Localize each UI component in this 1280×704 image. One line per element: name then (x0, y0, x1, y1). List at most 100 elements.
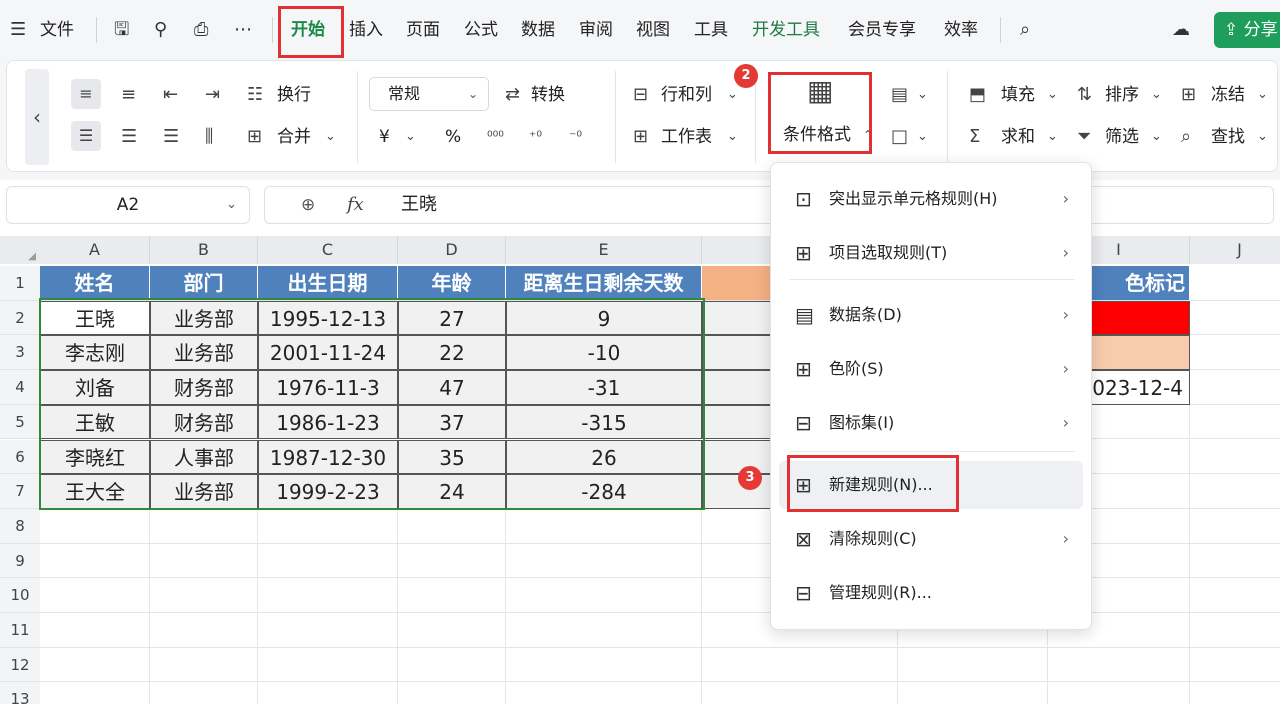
column-header-col-e[interactable]: E (506, 236, 702, 264)
chevron-down-icon[interactable]: ⌄ (1151, 83, 1162, 107)
empty-cell[interactable] (150, 578, 258, 613)
empty-cell[interactable] (40, 682, 150, 704)
empty-cell[interactable] (1190, 440, 1280, 475)
table-cell[interactable]: 王敏 (40, 404, 150, 440)
empty-cell[interactable] (1190, 370, 1280, 405)
table-cell[interactable]: 刘备 (40, 370, 150, 405)
empty-cell[interactable] (40, 578, 150, 613)
formula-value[interactable]: 王晓 (401, 187, 437, 223)
empty-cell[interactable] (40, 647, 150, 683)
empty-cell[interactable] (1190, 474, 1280, 509)
chevron-down-icon[interactable]: ⌄ (727, 83, 738, 107)
table-cell[interactable]: 人事部 (150, 439, 258, 475)
row-header[interactable]: 2 (0, 300, 40, 336)
chevron-down-icon[interactable]: ⌄ (325, 125, 336, 149)
table-cell[interactable]: 李志刚 (40, 335, 150, 371)
empty-cell[interactable] (150, 682, 258, 704)
empty-cell[interactable] (898, 647, 1048, 683)
empty-cell[interactable] (1190, 335, 1280, 371)
chevron-down-icon[interactable]: ⌄ (917, 83, 928, 107)
empty-cell[interactable] (258, 682, 398, 704)
increase-decimal-icon[interactable]: ⁺⁰ (529, 125, 542, 149)
hamburger-icon[interactable]: ☰ (10, 0, 26, 60)
table-cell[interactable]: 1995-12-13 (258, 300, 398, 336)
indent-decrease-icon[interactable]: ⇤ (163, 83, 178, 107)
sum-button[interactable]: 求和 (1001, 125, 1035, 149)
align-right-icon[interactable]: ☰ (163, 125, 179, 149)
decrease-decimal-icon[interactable]: ⁻⁰ (569, 125, 582, 149)
table-header-cell[interactable]: 姓名 (40, 266, 150, 301)
empty-cell[interactable] (1048, 647, 1190, 683)
empty-cell[interactable] (398, 578, 506, 613)
table-cell[interactable]: 1986-1-23 (258, 404, 398, 440)
empty-cell[interactable] (702, 647, 898, 683)
formula-bar[interactable]: ⊕ fx 王晓 (264, 186, 1274, 224)
empty-cell[interactable] (506, 543, 702, 579)
row-header[interactable]: 11 (0, 613, 40, 648)
ribbon-scroll-left-icon[interactable]: ‹ (25, 69, 49, 165)
table-cell[interactable]: 9 (506, 300, 702, 336)
empty-cell[interactable] (150, 508, 258, 544)
table-cell[interactable]: 财务部 (150, 370, 258, 405)
table-cell[interactable]: -284 (506, 474, 702, 509)
table-cell[interactable]: 27 (398, 300, 506, 336)
empty-cell[interactable] (150, 543, 258, 579)
empty-cell[interactable] (150, 647, 258, 683)
name-box[interactable]: A2 ⌄ (6, 186, 250, 224)
empty-cell[interactable] (1190, 544, 1280, 579)
find-icon[interactable]: ⌕ (1181, 125, 1191, 149)
chevron-down-icon[interactable]: ⌄ (1257, 125, 1268, 149)
table-cell[interactable]: 37 (398, 404, 506, 440)
format-painter-icon[interactable]: ⚲ (154, 0, 167, 60)
table-cell[interactable]: 2001-11-24 (258, 335, 398, 371)
empty-cell[interactable] (1048, 682, 1190, 704)
empty-cell[interactable] (506, 508, 702, 544)
thousands-separator-icon[interactable]: ⁰⁰⁰ (487, 125, 504, 149)
row-header[interactable]: 7 (0, 474, 40, 509)
table-cell[interactable]: 24 (398, 474, 506, 509)
empty-cell[interactable] (506, 647, 702, 683)
menu-item-icon-sets[interactable]: ⊟ 图标集(I) › (779, 399, 1083, 447)
chevron-down-icon[interactable]: ⌄ (1151, 125, 1162, 149)
align-left-icon[interactable]: ☰ (71, 121, 101, 151)
empty-cell[interactable] (1190, 648, 1280, 683)
row-header[interactable]: 6 (0, 439, 40, 475)
tab-page[interactable]: 页面 (406, 0, 440, 60)
column-header-col-j[interactable]: J (1190, 236, 1280, 264)
empty-cell[interactable] (398, 543, 506, 579)
merge-icon[interactable]: ⊞ (247, 125, 262, 149)
menu-file[interactable]: 文件 (40, 0, 74, 60)
select-all-corner[interactable]: ◢ (0, 236, 40, 264)
chevron-down-icon[interactable]: ⌄ (1047, 125, 1058, 149)
table-cell[interactable]: 王晓 (40, 300, 150, 336)
column-header-col-c[interactable]: C (258, 236, 398, 264)
function-icon[interactable]: fx (347, 187, 364, 223)
find-button[interactable]: 查找 (1211, 125, 1245, 149)
empty-cell[interactable] (258, 578, 398, 613)
chevron-down-icon[interactable]: ⌄ (1257, 83, 1268, 107)
empty-cell[interactable] (1190, 509, 1280, 544)
empty-cell[interactable] (150, 613, 258, 648)
table-cell[interactable]: 业务部 (150, 300, 258, 336)
chevron-down-icon[interactable]: ⌄ (226, 187, 237, 223)
table-cell[interactable]: 1987-12-30 (258, 439, 398, 475)
empty-cell[interactable] (398, 682, 506, 704)
table-cell[interactable]: 王大全 (40, 474, 150, 509)
search-icon[interactable]: ⌕ (1020, 0, 1030, 60)
tab-developer[interactable]: 开发工具 (752, 0, 820, 60)
cloud-icon[interactable]: ☁ (1172, 0, 1190, 60)
tab-efficiency[interactable]: 效率 (944, 0, 978, 60)
empty-cell[interactable] (506, 682, 702, 704)
table-header-cell[interactable]: 出生日期 (258, 266, 398, 301)
chevron-down-icon[interactable]: ⌄ (917, 125, 928, 149)
zoom-icon[interactable]: ⊕ (301, 187, 315, 223)
wrap-text-icon[interactable]: ☷ (247, 83, 263, 107)
convert-button[interactable]: 转换 (531, 83, 565, 107)
tab-tools[interactable]: 工具 (694, 0, 728, 60)
empty-cell[interactable] (398, 508, 506, 544)
cell-style-icon[interactable]: ▤ (891, 83, 908, 107)
sort-icon[interactable]: ⇅ (1077, 83, 1092, 107)
menu-item-manage-rules[interactable]: ⊟ 管理规则(R)... (779, 569, 1083, 617)
distribute-icon[interactable]: ⫼ (205, 125, 213, 149)
menu-item-highlight-rules[interactable]: ⊡ 突出显示单元格规则(H) › (779, 175, 1083, 223)
